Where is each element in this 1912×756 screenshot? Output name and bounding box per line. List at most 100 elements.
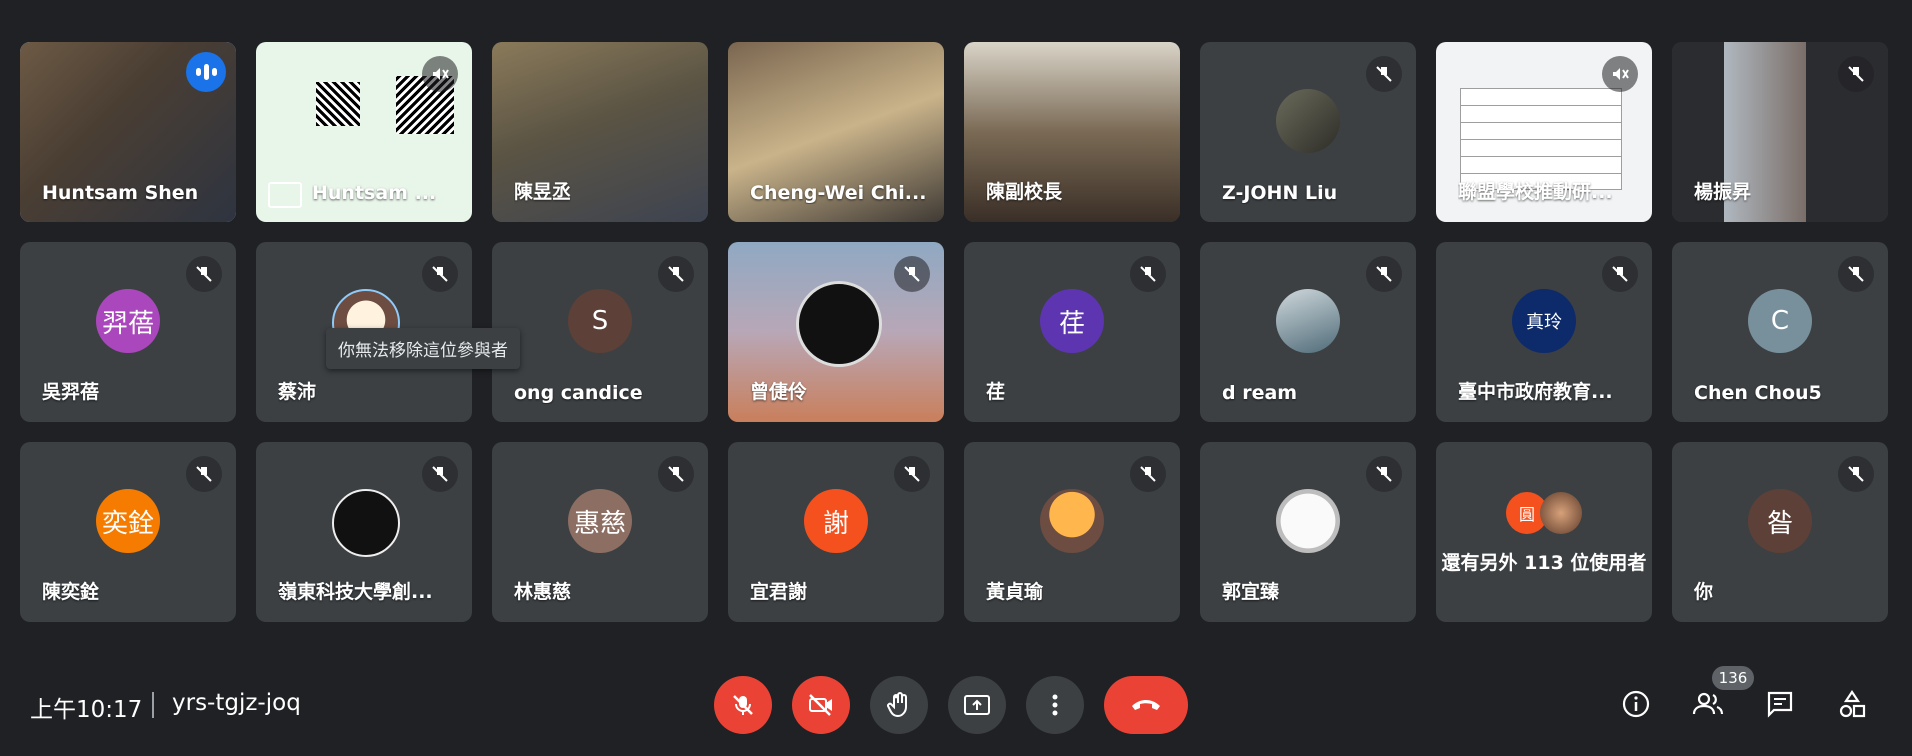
participant-name: 陳昱丞 xyxy=(514,181,572,203)
participant-name: d ream xyxy=(1222,382,1298,404)
video-off-icon xyxy=(809,694,832,716)
participant-tile[interactable]: 聯盟學校推動研... xyxy=(1436,42,1652,222)
avatar xyxy=(1276,89,1340,154)
avatar: C xyxy=(1748,289,1812,354)
info-icon xyxy=(1622,690,1650,718)
participant-name: 黃貞瑜 xyxy=(986,581,1044,603)
present-button[interactable] xyxy=(948,676,1006,734)
participant-tile[interactable]: d ream xyxy=(1200,242,1416,422)
participant-name: Cheng-Wei Chi... xyxy=(750,182,927,204)
mic-off-icon xyxy=(422,456,458,492)
chat-icon xyxy=(1767,691,1793,718)
avatar: 昝 xyxy=(1748,489,1812,554)
mic-off-icon xyxy=(422,256,458,292)
participant-tile[interactable]: 楊振昇 xyxy=(1672,42,1888,222)
participant-name: 嶺東科技大學創... xyxy=(278,581,433,603)
mic-off-icon xyxy=(1130,256,1166,292)
participant-name: 臺中市政府教育... xyxy=(1458,381,1613,403)
mic-off-icon xyxy=(1366,56,1402,92)
mic-off-icon xyxy=(733,695,753,715)
present-icon xyxy=(964,695,990,715)
mic-off-icon xyxy=(1838,56,1874,92)
more-icon xyxy=(1052,694,1058,716)
meeting-details-button[interactable] xyxy=(1614,682,1658,726)
mic-off-icon xyxy=(186,256,222,292)
participant-name: 蔡沛 xyxy=(278,381,317,403)
avatar: 惠慈 xyxy=(568,489,632,554)
speaking-indicator-icon xyxy=(186,52,226,92)
pin-icon[interactable] xyxy=(268,182,302,208)
activities-button[interactable] xyxy=(1830,682,1874,726)
participant-tile[interactable]: 曾倢伶 xyxy=(728,242,944,422)
participant-name: Chen Chou5 xyxy=(1694,382,1822,404)
others-tile[interactable]: 圓 還有另外 113 位使用者 xyxy=(1436,442,1652,622)
tooltip: 你無法移除這位參與者 xyxy=(326,328,520,369)
people-count-badge: 136 xyxy=(1712,666,1754,690)
avatar xyxy=(1040,489,1104,554)
avatar xyxy=(1276,489,1340,554)
participant-name: 陳副校長 xyxy=(986,181,1063,203)
participant-tile[interactable]: Cheng-Wei Chi... xyxy=(728,42,944,222)
mic-off-icon xyxy=(1366,256,1402,292)
participant-name: 曾倢伶 xyxy=(750,381,808,403)
participant-tile[interactable]: 羿蓓 吳羿蓓 xyxy=(20,242,236,422)
meeting-code: yrs-tgjz-joq xyxy=(172,690,301,716)
people-icon xyxy=(1692,692,1724,715)
participant-tile[interactable]: 陳副校長 xyxy=(964,42,1180,222)
participant-name: 你 xyxy=(1694,581,1714,603)
mic-off-icon xyxy=(1602,256,1638,292)
participant-grid: Huntsam Shen Huntsam ... 陳昱丞 Cheng-Wei C… xyxy=(20,42,1892,624)
participant-name: 宜君謝 xyxy=(750,581,808,603)
participant-tile[interactable]: Huntsam Shen xyxy=(20,42,236,222)
leave-call-button[interactable] xyxy=(1104,676,1188,734)
avatar: 羿蓓 xyxy=(96,289,160,354)
participant-tile[interactable]: 惠慈 林惠慈 xyxy=(492,442,708,622)
mic-off-icon xyxy=(1838,256,1874,292)
participant-name: 林惠慈 xyxy=(514,581,572,603)
more-options-button[interactable] xyxy=(1026,676,1084,734)
obs-logo-icon xyxy=(796,281,882,368)
avatar: 奕銓 xyxy=(96,489,160,554)
participant-tile[interactable]: 真玲 臺中市政府教育... xyxy=(1436,242,1652,422)
participant-tile[interactable]: 謝 宜君謝 xyxy=(728,442,944,622)
mic-off-icon xyxy=(422,56,458,92)
participant-tile[interactable]: 荏 荏 xyxy=(964,242,1180,422)
participant-tile[interactable]: 昝 你 xyxy=(1672,442,1888,622)
meeting-time: 上午10:17 xyxy=(30,697,143,723)
mic-off-icon xyxy=(894,456,930,492)
mic-off-icon xyxy=(1366,456,1402,492)
chat-button[interactable] xyxy=(1758,682,1802,726)
mic-off-icon xyxy=(894,256,930,292)
others-count-label: 還有另外 113 位使用者 xyxy=(1441,552,1647,574)
participant-tile[interactable]: Huntsam ... xyxy=(256,42,472,222)
participant-tile[interactable]: 奕銓 陳奕銓 xyxy=(20,442,236,622)
participant-name: Huntsam Shen xyxy=(42,182,199,204)
camera-toggle-button[interactable] xyxy=(792,676,850,734)
avatar: 謝 xyxy=(804,489,868,554)
participant-tile[interactable]: C Chen Chou5 xyxy=(1672,242,1888,422)
participant-tile[interactable]: 嶺東科技大學創... xyxy=(256,442,472,622)
mic-off-icon xyxy=(186,456,222,492)
mic-off-icon xyxy=(1130,456,1166,492)
raise-hand-button[interactable] xyxy=(870,676,928,734)
mic-off-icon xyxy=(1838,456,1874,492)
control-bar: 上午10:17 yrs-tgjz-joq 136 xyxy=(0,660,1912,750)
participant-name: 聯盟學校推動研... xyxy=(1458,181,1613,203)
participant-tile[interactable]: S ong candice xyxy=(492,242,708,422)
participant-name: 陳奕銓 xyxy=(42,581,100,603)
participant-tile[interactable]: Z-JOHN Liu xyxy=(1200,42,1416,222)
participant-name: 荏 xyxy=(986,381,1006,403)
divider xyxy=(152,692,154,718)
participant-tile[interactable]: 陳昱丞 xyxy=(492,42,708,222)
participant-tile[interactable]: 黃貞瑜 xyxy=(964,442,1180,622)
mic-toggle-button[interactable] xyxy=(714,676,772,734)
mic-off-icon xyxy=(658,456,694,492)
activities-icon xyxy=(1839,690,1866,718)
avatar xyxy=(1276,289,1340,354)
mic-off-icon xyxy=(1602,56,1638,92)
participant-name: ong candice xyxy=(514,382,643,404)
participant-name: 郭宜臻 xyxy=(1222,581,1280,603)
end-call-icon xyxy=(1132,700,1160,710)
participant-name: 楊振昇 xyxy=(1694,181,1752,203)
participant-tile[interactable]: 郭宜臻 xyxy=(1200,442,1416,622)
